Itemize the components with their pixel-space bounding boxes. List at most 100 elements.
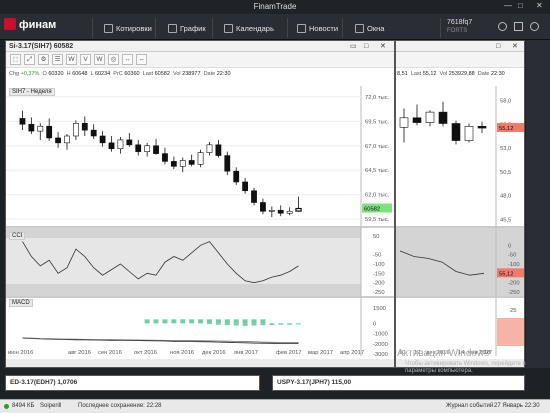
- macd-label[interactable]: MACD: [9, 299, 33, 307]
- divider: [155, 18, 156, 38]
- candle-body: [90, 129, 97, 137]
- candle-body: [72, 122, 79, 137]
- right-price-axis-label: 53,0: [500, 146, 511, 152]
- price-axis-label: 62,0 тыс.: [365, 193, 390, 199]
- time-axis-label: авг 2016: [68, 350, 91, 356]
- secondary-chart-svg[interactable]: 58,055,553,050,548,045,555,120-50-100-15…: [396, 86, 524, 356]
- macd-hist-bar: [144, 319, 150, 324]
- divider: [440, 18, 441, 38]
- candle-body: [242, 181, 249, 192]
- activation-watermark-title: Активация Windows: [397, 348, 490, 359]
- time-scrollbar[interactable]: [6, 359, 394, 367]
- macd-signal-line: [22, 337, 299, 343]
- macd-hist-bar: [153, 319, 159, 324]
- finam-logo-icon: [4, 18, 16, 30]
- candle-body: [55, 137, 61, 144]
- secondary-toolbar: [396, 52, 524, 68]
- macd-hist-bar: [251, 323, 257, 326]
- toolbar-button-9[interactable]: ⇔: [136, 54, 147, 65]
- menu-quotes[interactable]: Котировки: [104, 23, 152, 37]
- layout-icon[interactable]: [514, 22, 523, 31]
- candle-body: [126, 139, 133, 146]
- bottom-window-jpy-title: USPY-3.17(JPH7) 115,00: [277, 379, 352, 386]
- window-close-icon[interactable]: ✕: [380, 41, 386, 52]
- macd-axis-label: -1000: [373, 332, 388, 338]
- macd-axis-label: -2000: [373, 342, 388, 348]
- account-id: 7618fq7: [447, 19, 473, 26]
- toolbar-button-4[interactable]: W: [66, 54, 77, 65]
- window-maximize-icon[interactable]: □: [496, 41, 500, 52]
- toolbar-button-2[interactable]: ⚙: [38, 54, 49, 65]
- main-chart-svg[interactable]: 72,0 тыс. 69,5 тыс. 67,0 тыс. 64,5 тыс. 62,0…: [6, 86, 394, 356]
- macd-hist-bar: [296, 323, 302, 325]
- divider: [342, 18, 343, 38]
- divider: [212, 18, 213, 38]
- time-axis-label: апр 2017: [340, 350, 364, 356]
- account-info[interactable]: 7618fq7 FORTS: [447, 19, 472, 35]
- candle-body: [117, 139, 124, 150]
- candle-body: [399, 117, 409, 128]
- toolbar-button-7[interactable]: ◎: [108, 54, 119, 65]
- change-value: +0,37%: [20, 71, 40, 77]
- menu-windows[interactable]: Окна: [355, 23, 384, 37]
- candle-body: [464, 126, 474, 141]
- window-close-icon[interactable]: ✕: [512, 41, 518, 52]
- mode: Soiperill: [40, 403, 62, 409]
- time-axis-label: янв 2017: [234, 350, 258, 356]
- macd-hist-bar: [180, 319, 186, 324]
- candle-body: [99, 135, 106, 144]
- toolbar-button-1[interactable]: ⤢: [24, 54, 35, 65]
- chart-toolbar: ⬚ ⤢ ⚙ ☰ W V W ◎ ↔ ⇔: [6, 52, 394, 68]
- menu-chart[interactable]: График: [168, 23, 206, 37]
- candle-body: [144, 145, 151, 152]
- cci-band: [6, 238, 361, 284]
- candle-body: [197, 152, 204, 165]
- time-axis-label: июн 2016: [8, 350, 33, 356]
- toolbar-button-6[interactable]: W: [94, 54, 105, 65]
- main-chart-window: Si-3.17(SIH7) 60582 ▭ □ ✕ ⬚ ⤢ ⚙ ☰ W V W ◎ ↔ ⇔ Chg…: [5, 40, 395, 368]
- price-axis-label: 59,5 тыс.: [365, 217, 390, 223]
- cci-axis-label: -200: [373, 281, 385, 287]
- maximize-button[interactable]: □: [518, 1, 523, 10]
- macd-value-band: [497, 318, 524, 346]
- candle-body: [451, 123, 461, 141]
- window-maximize-icon[interactable]: □: [364, 41, 368, 52]
- divider: [287, 18, 288, 38]
- minimize-button[interactable]: —: [504, 1, 512, 10]
- toolbar-button-0[interactable]: ⬚: [10, 54, 21, 65]
- menu-calendar[interactable]: Календарь: [224, 23, 274, 37]
- quotes-icon: [104, 24, 113, 33]
- settings-icon[interactable]: [498, 22, 507, 31]
- close-button[interactable]: ✕: [536, 1, 543, 10]
- cci-label[interactable]: CCI: [9, 232, 26, 240]
- candle-body: [46, 125, 53, 139]
- toolbar-button-8[interactable]: ↔: [122, 54, 133, 65]
- bottom-window-jpy[interactable]: USPY-3.17(JPH7) 115,00: [272, 375, 525, 391]
- candle-body: [438, 111, 448, 124]
- candle-body: [295, 207, 302, 212]
- window-restore-icon[interactable]: ▭: [350, 41, 357, 52]
- help-icon[interactable]: [530, 22, 539, 31]
- candle-body: [206, 144, 213, 153]
- status-datetime: 27 Январь 22:30: [494, 403, 540, 409]
- candle-body: [108, 142, 115, 150]
- secondary-chart-window: □ ✕ 8,51 Last 55,12 Vol 253929,88 Date 2…: [395, 40, 525, 368]
- toolbar-button-3[interactable]: ☰: [52, 54, 63, 65]
- macd-hist-bar: [198, 319, 204, 324]
- price-axis-label: 72,0 тыс.: [365, 95, 390, 101]
- cci-axis-label: -150: [373, 271, 385, 277]
- macd-hist-bar: [269, 323, 275, 326]
- event-journal[interactable]: Журнал событий: [446, 400, 493, 413]
- connection-status-icon: [4, 404, 9, 409]
- current-price-value: 55,12: [499, 126, 514, 132]
- status-bar: 8494 КБ Soiperill Последнее сохранение: …: [0, 399, 550, 413]
- menu-news[interactable]: Новости: [297, 23, 338, 37]
- candle-body: [412, 117, 422, 123]
- cci-axis-label: -50: [373, 253, 381, 259]
- right-price-axis-label: 58,0: [500, 99, 511, 105]
- balance: 8494 КБ: [12, 403, 35, 409]
- toolbar-button-5[interactable]: V: [80, 54, 91, 65]
- bottom-window-ed[interactable]: ED-3.17(EDH7) 1,0706: [5, 375, 260, 391]
- macd-hist-bar: [233, 319, 239, 324]
- quote-line: Chg +0,37% O 60320 H 60648 L 60234 PrC 6…: [9, 71, 231, 77]
